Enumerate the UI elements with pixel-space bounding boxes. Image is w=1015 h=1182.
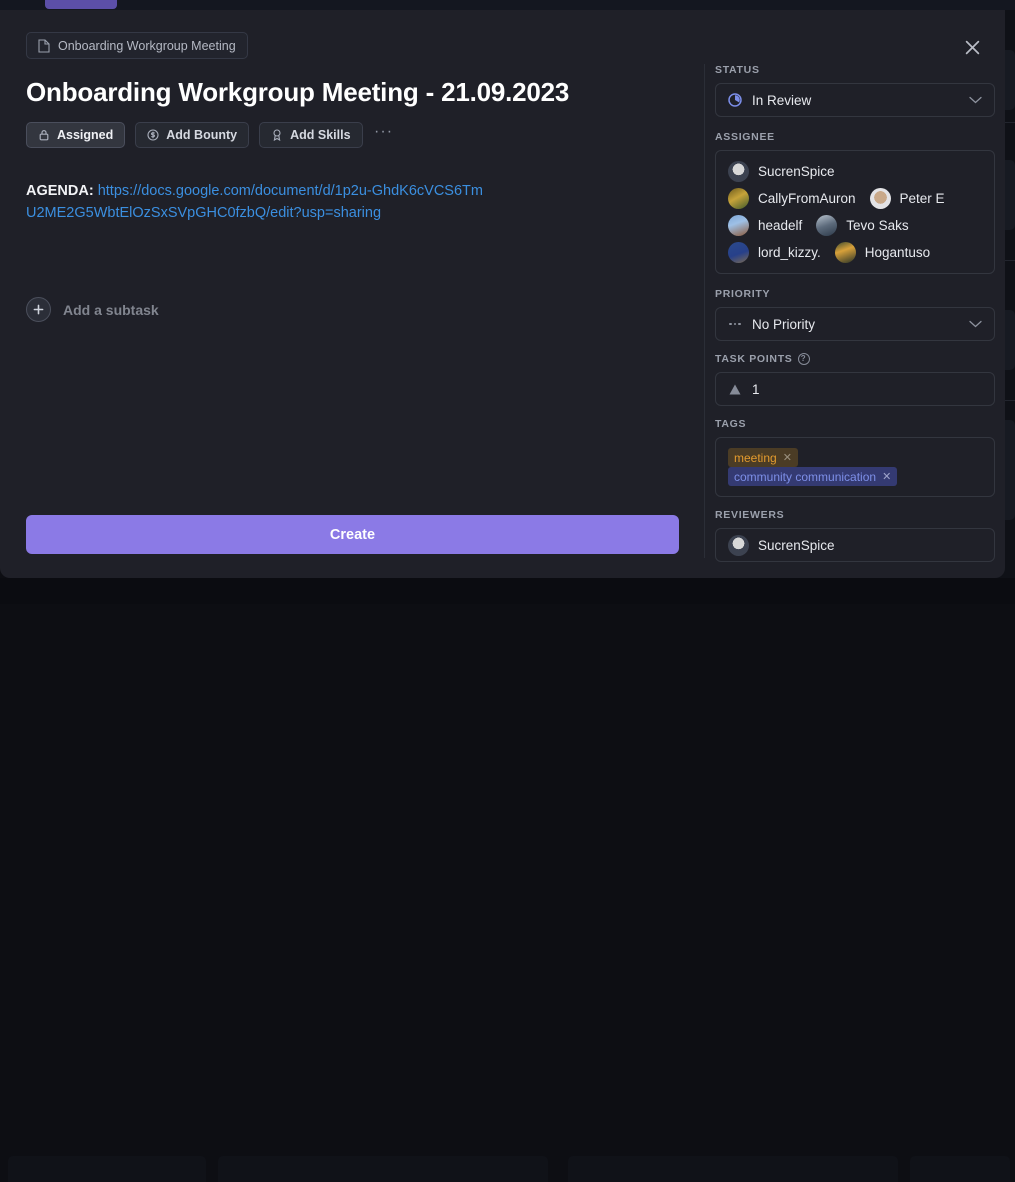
background-column (8, 1156, 206, 1182)
create-button[interactable]: Create (26, 515, 679, 554)
tag-community-communication[interactable]: community communication ✕ (728, 467, 897, 486)
breadcrumb-label: Onboarding Workgroup Meeting (58, 39, 236, 53)
avatar (728, 188, 749, 209)
assignee-item[interactable]: SucrenSpice (728, 161, 835, 182)
status-value: In Review (752, 93, 811, 108)
add-bounty-label: Add Bounty (166, 128, 237, 142)
priority-select[interactable]: No Priority (715, 307, 995, 341)
avatar (816, 215, 837, 236)
avatar (835, 242, 856, 263)
reviewers-box[interactable]: SucrenSpice (715, 528, 995, 562)
assignee-item[interactable]: lord_kizzy. (728, 242, 821, 263)
background-board-columns (0, 578, 1015, 604)
triangle-icon (728, 383, 742, 396)
reviewer-name: SucrenSpice (758, 538, 835, 553)
remove-tag-icon[interactable]: ✕ (783, 451, 792, 464)
close-icon[interactable] (959, 34, 985, 60)
status-field: STATUS In Review (715, 64, 995, 117)
assignee-item[interactable]: Peter E (870, 188, 945, 209)
assignee-name: lord_kizzy. (758, 245, 821, 260)
assignee-label: ASSIGNEE (715, 131, 995, 143)
task-action-chips: Assigned Add Bounty Ad (26, 122, 678, 148)
priority-label: PRIORITY (715, 288, 995, 300)
add-bounty-button[interactable]: Add Bounty (135, 122, 249, 148)
breadcrumb[interactable]: Onboarding Workgroup Meeting (26, 32, 248, 59)
avatar (728, 535, 749, 556)
more-options-icon[interactable]: ··· (373, 124, 395, 146)
add-skills-label: Add Skills (290, 128, 350, 142)
priority-value: No Priority (752, 317, 815, 332)
tag-label: meeting (734, 451, 777, 465)
add-subtask-button[interactable]: Add a subtask (26, 297, 159, 322)
task-points-select[interactable]: 1 (715, 372, 995, 406)
assignee-row: lord_kizzy. Hogantuso (728, 242, 982, 263)
background-column (568, 1156, 898, 1182)
assignee-item[interactable]: Tevo Saks (816, 215, 908, 236)
task-points-label-text: TASK POINTS (715, 353, 793, 365)
agenda-label: AGENDA: (26, 183, 94, 199)
medal-icon (271, 129, 283, 141)
priority-field: PRIORITY No Priority (715, 288, 995, 341)
tags-box[interactable]: meeting ✕ community communication ✕ (715, 437, 995, 497)
tags-field: TAGS meeting ✕ community communication ✕ (715, 418, 995, 497)
assignee-name: Hogantuso (865, 245, 930, 260)
add-skills-button[interactable]: Add Skills (259, 122, 362, 148)
chevron-down-icon (969, 96, 982, 104)
background-active-tab-indicator (45, 0, 117, 9)
assignee-field: ASSIGNEE SucrenSpice CallyFromAuron (715, 131, 995, 274)
task-main-pane: Onboarding Workgroup Meeting Onboarding … (0, 10, 704, 578)
assignee-item[interactable]: CallyFromAuron (728, 188, 856, 209)
assignee-name: Tevo Saks (846, 218, 908, 233)
question-mark-icon[interactable]: ? (798, 353, 810, 365)
background-column (910, 1156, 1010, 1182)
assignee-row: headelf Tevo Saks (728, 215, 982, 236)
background-column (218, 1156, 548, 1182)
assignee-name: Peter E (900, 191, 945, 206)
pane-divider (704, 64, 705, 558)
task-properties-pane: STATUS In Review ASSIGNEE (715, 64, 995, 564)
assignee-list-box[interactable]: SucrenSpice CallyFromAuron Peter E (715, 150, 995, 274)
reviewers-label: REVIEWERS (715, 509, 995, 521)
status-select[interactable]: In Review (715, 83, 995, 117)
task-description: AGENDA: https://docs.google.com/document… (26, 180, 486, 225)
task-points-label: TASK POINTS ? (715, 353, 995, 365)
task-detail-modal: Onboarding Workgroup Meeting Onboarding … (0, 10, 1005, 578)
add-subtask-label: Add a subtask (63, 302, 159, 318)
assignee-row: CallyFromAuron Peter E (728, 188, 982, 209)
task-points-field: TASK POINTS ? 1 (715, 353, 995, 406)
reviewers-field: REVIEWERS SucrenSpice (715, 509, 995, 562)
assignee-row: SucrenSpice (728, 161, 982, 182)
avatar (728, 161, 749, 182)
remove-tag-icon[interactable]: ✕ (882, 470, 891, 483)
reviewer-item[interactable]: SucrenSpice (728, 535, 835, 556)
assigned-label: Assigned (57, 128, 113, 142)
status-progress-icon (728, 93, 742, 107)
plus-icon (26, 297, 51, 322)
assigned-button[interactable]: Assigned (26, 122, 125, 148)
dollar-circle-icon (147, 129, 159, 141)
agenda-link[interactable]: https://docs.google.com/document/d/1p2u-… (26, 183, 483, 221)
task-points-value: 1 (752, 382, 760, 397)
assignee-item[interactable]: Hogantuso (835, 242, 930, 263)
avatar (728, 242, 749, 263)
avatar (870, 188, 891, 209)
tags-label: TAGS (715, 418, 995, 430)
assignee-name: CallyFromAuron (758, 191, 856, 206)
tag-meeting[interactable]: meeting ✕ (728, 448, 798, 467)
page-title: Onboarding Workgroup Meeting - 21.09.202… (26, 77, 678, 108)
document-icon (38, 39, 50, 53)
assignee-name: SucrenSpice (758, 164, 835, 179)
assignee-name: headelf (758, 218, 802, 233)
background-topbar (0, 0, 1015, 10)
tag-label: community communication (734, 470, 876, 484)
lock-icon (38, 129, 50, 141)
priority-dots-icon (728, 323, 742, 326)
avatar (728, 215, 749, 236)
assignee-item[interactable]: headelf (728, 215, 802, 236)
status-label: STATUS (715, 64, 995, 76)
chevron-down-icon (969, 320, 982, 328)
